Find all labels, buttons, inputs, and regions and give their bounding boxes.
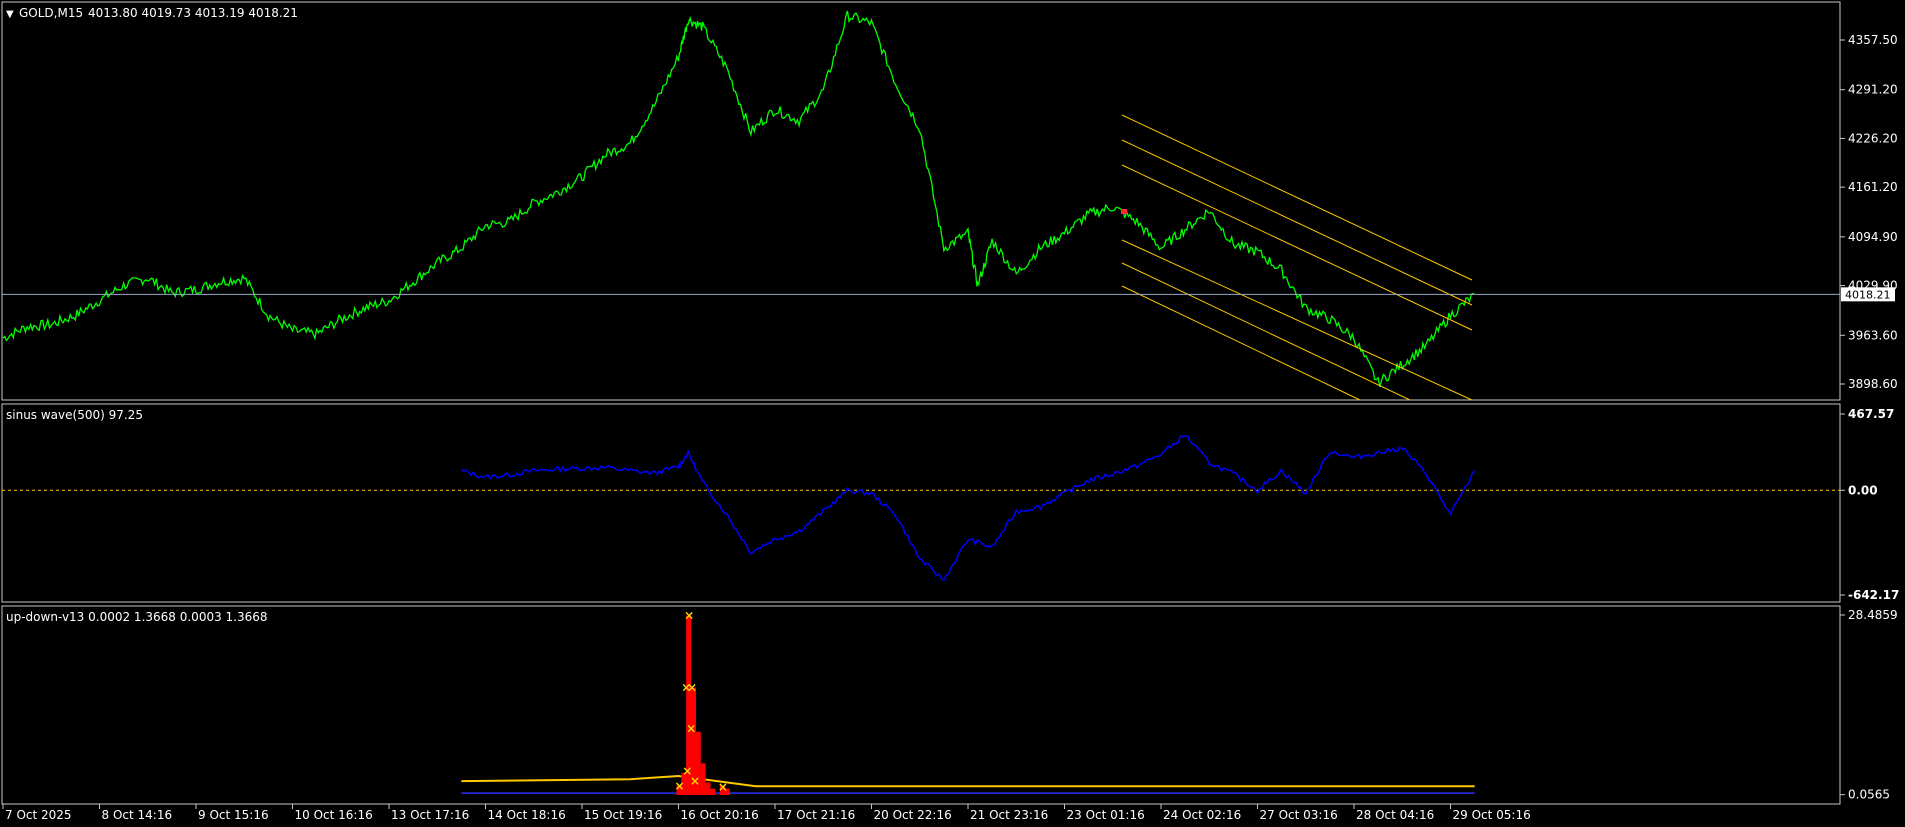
time-tick-label: 29 Oct 05:16 bbox=[1453, 808, 1531, 822]
channel-line-1 bbox=[1121, 114, 1473, 281]
chart-symbol-label: GOLD,M15 bbox=[19, 6, 83, 20]
sinus-panel-frame bbox=[1, 403, 1841, 603]
time-tick-label: 23 Oct 01:16 bbox=[1067, 808, 1145, 822]
updown-marker: × bbox=[690, 774, 700, 788]
price-series-line bbox=[2, 10, 1475, 387]
price-tick-label: 4094.90 bbox=[1848, 230, 1898, 244]
price-axis: 4357.50 4291.20 4226.20 4161.20 4094.90 4029.… bbox=[1840, 33, 1898, 391]
sinus-tick-label: 0.00 bbox=[1848, 483, 1878, 497]
channel-line-3 bbox=[1121, 164, 1473, 331]
time-tick-label: 10 Oct 16:16 bbox=[295, 808, 373, 822]
price-plot bbox=[2, 10, 1475, 387]
channel-line-5 bbox=[1121, 262, 1411, 401]
price-tick-label: 3963.60 bbox=[1848, 328, 1898, 342]
time-tick-label: 28 Oct 04:16 bbox=[1356, 808, 1434, 822]
updown-bar bbox=[710, 788, 716, 795]
time-tick-label: 24 Oct 02:16 bbox=[1163, 808, 1241, 822]
time-axis: 7 Oct 2025 8 Oct 14:16 9 Oct 15:16 10 Oct 1… bbox=[2, 804, 1531, 822]
main-panel-frame bbox=[1, 1, 1841, 401]
updown-tick-label: 28.4859 bbox=[1848, 608, 1898, 622]
price-tick-label: 4029.90 bbox=[1848, 279, 1898, 293]
updown-panel-frame bbox=[1, 605, 1841, 805]
time-tick-label: 9 Oct 15:16 bbox=[198, 808, 269, 822]
time-tick-label: 13 Oct 17:16 bbox=[391, 808, 469, 822]
updown-marker: × bbox=[718, 780, 728, 794]
trading-chart: ▼ GOLD,M15 4013.80 4019.73 4013.19 4018.… bbox=[1, 1, 1899, 822]
updown-marker: × bbox=[675, 779, 685, 793]
time-tick-label: 8 Oct 14:16 bbox=[102, 808, 173, 822]
collapse-triangle-icon[interactable]: ▼ bbox=[6, 9, 14, 20]
price-tick-label: 4357.50 bbox=[1848, 33, 1898, 47]
price-tick-label: 4161.20 bbox=[1848, 180, 1898, 194]
channel-line-6 bbox=[1121, 285, 1361, 401]
time-tick-label: 17 Oct 21:16 bbox=[777, 808, 855, 822]
sinus-series-line bbox=[461, 435, 1476, 581]
updown-marker: × bbox=[686, 722, 696, 736]
price-tick-label: 4226.20 bbox=[1848, 131, 1898, 145]
price-tick-label: 3898.60 bbox=[1848, 377, 1898, 391]
time-tick-label: 16 Oct 20:16 bbox=[681, 808, 759, 822]
price-tick-label: 4291.20 bbox=[1848, 83, 1898, 97]
time-tick-label: 15 Oct 19:16 bbox=[584, 808, 662, 822]
regression-channel bbox=[1121, 114, 1473, 401]
chart-ohlc-label: 4013.80 4019.73 4013.19 4018.21 bbox=[88, 6, 298, 20]
time-tick-label: 14 Oct 18:16 bbox=[488, 808, 566, 822]
sinus-axis: 467.57 0.00 -642.17 bbox=[1840, 407, 1899, 602]
time-tick-label: 21 Oct 23:16 bbox=[970, 808, 1048, 822]
time-tick-label: 7 Oct 2025 bbox=[5, 808, 72, 822]
sinus-tick-label: -642.17 bbox=[1848, 588, 1899, 602]
time-tick-label: 27 Oct 03:16 bbox=[1260, 808, 1338, 822]
updown-bar bbox=[705, 782, 711, 795]
updown-bar bbox=[700, 763, 706, 795]
sinus-wave-label: sinus wave(500) 97.25 bbox=[6, 408, 143, 422]
updown-marker: × bbox=[684, 609, 694, 623]
updown-yellow-line bbox=[461, 774, 1475, 788]
updown-label: up-down-v13 0.0002 1.3668 0.0003 1.3668 bbox=[6, 610, 268, 624]
updown-tick-label: 0.0565 bbox=[1848, 788, 1890, 802]
time-tick-label: 20 Oct 22:16 bbox=[874, 808, 952, 822]
sinus-tick-label: 467.57 bbox=[1848, 407, 1894, 421]
sinus-plot bbox=[461, 435, 1476, 581]
updown-marker: × bbox=[687, 681, 697, 695]
channel-line-4 bbox=[1121, 239, 1473, 401]
channel-line-2 bbox=[1121, 139, 1473, 306]
updown-axis: 28.4859 0.0565 bbox=[1840, 608, 1898, 802]
updown-plot: ××××××× × bbox=[461, 609, 1475, 795]
signal-marker bbox=[1121, 209, 1127, 214]
